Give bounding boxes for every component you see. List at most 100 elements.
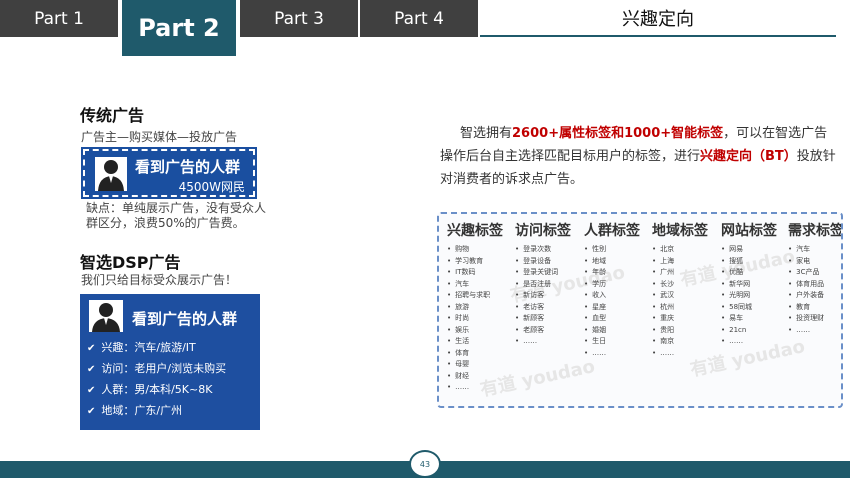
traditional-drawback-line1: 缺点：单纯展示广告，没有受众人 [86,201,267,215]
intro-paragraph: 智选拥有2600+属性标签和1000+智能标签，可以在智选广告操作后台自主选择匹… [440,122,840,191]
traditional-audience-card: 看到广告的人群 4500W网民 [81,147,257,199]
traditional-card-count: 4500W网民 [178,180,245,194]
column-header: 地域标签 [652,223,708,239]
tag-column-demand: 需求标签 汽车 家电 3C产品 体育用品 户外装备 教育 投资理财 …… [788,220,843,337]
list-item: 生活 [447,336,503,348]
list-item: 广州 [652,267,708,279]
tag-column-region: 地域标签 北京 上海 广州 长沙 武汉 杭州 重庆 贵阳 南京 …… [652,220,708,359]
list-item: 户外装备 [788,290,841,302]
column-header: 访问标签 [515,223,571,239]
column-header: 人群标签 [584,223,640,239]
list-item: 南京 [652,336,708,348]
traditional-drawback-line2: 群区分，浪费50%的广告费。 [86,216,245,230]
tag-category-panel: 有道 youdao 有道 youdao 有道 youdao 有道 youdao … [437,212,843,408]
dsp-criteria-list: 兴趣：汽车/旅游/IT 访问：老用户/浏览未购买 人群：男/本科/5K~8K 地… [87,338,226,422]
list-item: 新华网 [721,279,777,291]
list-item: 学历 [584,279,640,291]
list-item: 体育 [447,348,503,360]
list-item: 武汉 [652,290,708,302]
list-item: 21cn [721,325,777,337]
list-item: 老访客 [515,302,571,314]
list-item: 访问：老用户/浏览未购买 [87,359,226,380]
list-item: 教育 [788,302,841,314]
column-header: 网站标签 [721,223,777,239]
list-item: 时尚 [447,313,503,325]
list-item: 老顾客 [515,325,571,337]
dsp-audience-card: 看到广告的人群 兴趣：汽车/旅游/IT 访问：老用户/浏览未购买 人群：男/本科… [80,294,260,430]
list-item: 家电 [788,256,841,268]
list-item: 地域 [584,256,640,268]
list-item: IT数码 [447,267,503,279]
list-item: 婚姻 [584,325,640,337]
list-item: 招聘与求职 [447,290,503,302]
list-item: 学习教育 [447,256,503,268]
traditional-ad-subtitle: 广告主—购买媒体—投放广告 [81,130,238,144]
list-item: 娱乐 [447,325,503,337]
user-avatar-icon [89,300,123,332]
list-item: 贵阳 [652,325,708,337]
dsp-ad-title: 智选DSP广告 [80,253,181,272]
list-item: 新顾客 [515,313,571,325]
page-number: 43 [409,450,441,478]
intro-text: 智选拥有 [460,126,513,141]
list-item: 58同城 [721,302,777,314]
list-item: 生日 [584,336,640,348]
list-item: 新访客 [515,290,571,302]
list-item: 地域：广东/广州 [87,401,226,422]
tab-part-2[interactable]: Part 2 [120,0,238,58]
list-item: 购物 [447,244,503,256]
list-item: …… [652,348,708,360]
tag-column-interest: 兴趣标签 购物 学习教育 IT数码 汽车 招聘与求职 旅游 时尚 娱乐 生活 体… [447,220,503,394]
list-item: 网易 [721,244,777,256]
tab-part-4[interactable]: Part 4 [360,0,478,37]
list-item: 人群：男/本科/5K~8K [87,380,226,401]
page-title: 兴趣定向 [480,0,836,37]
intro-highlight-tags: 2600+属性标签和1000+智能标签 [512,126,724,141]
list-item: 性别 [584,244,640,256]
tab-part-1[interactable]: Part 1 [0,0,118,37]
list-item: 易车 [721,313,777,325]
list-item: 汽车 [788,244,841,256]
traditional-ad-title: 传统广告 [80,106,145,125]
list-item: 长沙 [652,279,708,291]
list-item: …… [447,382,503,394]
list-item: 是否注册 [515,279,571,291]
list-item: 收入 [584,290,640,302]
list-item: 优酷 [721,267,777,279]
tab-part-3[interactable]: Part 3 [240,0,358,37]
list-item: 兴趣：汽车/旅游/IT [87,338,226,359]
column-header: 兴趣标签 [447,223,503,239]
list-item: 登录次数 [515,244,571,256]
dsp-card-heading: 看到广告的人群 [132,310,238,328]
list-item: 登录设备 [515,256,571,268]
list-item: 血型 [584,313,640,325]
traditional-card-heading: 看到广告的人群 [135,158,241,176]
section-tabs: Part 1 Part 3 Part 4 Part 2 兴趣定向 [0,0,850,58]
list-item: …… [788,325,841,337]
user-avatar-icon [95,157,127,191]
list-item: 重庆 [652,313,708,325]
dsp-ad-subtitle: 我们只给目标受众展示广告！ [81,273,238,287]
list-item: 母婴 [447,359,503,371]
list-item: 上海 [652,256,708,268]
intro-highlight-bt: 兴趣定向（BT） [700,149,797,164]
list-item: 星座 [584,302,640,314]
list-item: 旅游 [447,302,503,314]
column-header: 需求标签 [788,223,843,239]
tag-column-demographic: 人群标签 性别 地域 年龄 学历 收入 星座 血型 婚姻 生日 …… [584,220,640,359]
tag-column-website: 网站标签 网易 搜狐 优酷 新华网 光明网 58同城 易车 21cn …… [721,220,777,348]
list-item: 搜狐 [721,256,777,268]
list-item: …… [584,348,640,360]
list-item: 光明网 [721,290,777,302]
tag-column-visit: 访问标签 登录次数 登录设备 登录关键词 是否注册 新访客 老访客 新顾客 老顾… [515,220,571,348]
list-item: …… [721,336,777,348]
list-item: 体育用品 [788,279,841,291]
list-item: 登录关键词 [515,267,571,279]
slide: Part 1 Part 3 Part 4 Part 2 兴趣定向 传统广告 广告… [0,0,850,478]
list-item: 3C产品 [788,267,841,279]
list-item: 北京 [652,244,708,256]
list-item: …… [515,336,571,348]
list-item: 财经 [447,371,503,383]
list-item: 年龄 [584,267,640,279]
list-item: 杭州 [652,302,708,314]
